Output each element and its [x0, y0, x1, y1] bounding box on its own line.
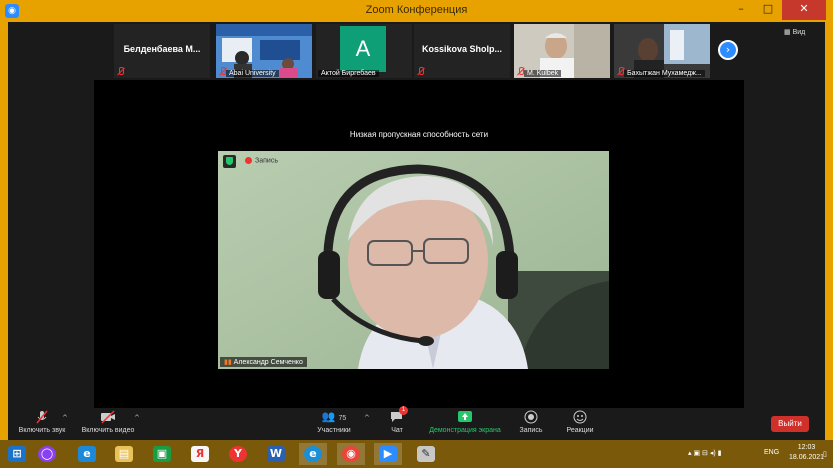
chat-icon: 1 — [389, 406, 408, 424]
chat-label: Чат — [391, 427, 403, 434]
participant-tile[interactable]: Abai University — [216, 24, 312, 78]
start-button[interactable]: ⊞ — [3, 443, 31, 465]
participant-name: Kossikova Sholp... — [421, 44, 503, 54]
minimize-button[interactable]: – — [729, 0, 753, 20]
participant-strip: Белденбаева M... Abai University A Актой… — [8, 22, 825, 80]
video-off-icon — [101, 410, 115, 424]
video-options-caret-icon[interactable]: ^ — [134, 414, 140, 422]
record-icon — [523, 410, 539, 424]
reactions-icon — [572, 410, 588, 424]
avatar: A — [340, 26, 386, 72]
edge-icon[interactable]: e — [299, 443, 327, 465]
chat-badge: 1 — [399, 406, 408, 415]
clock-date: 18.06.2021 — [789, 454, 825, 461]
mic-muted-icon — [417, 67, 424, 76]
notifications-icon[interactable]: ▯ — [823, 450, 827, 458]
chrome-icon[interactable]: ◉ — [337, 443, 365, 465]
participant-label: Бахытжан Мухамедж... — [624, 70, 705, 77]
word-icon[interactable]: W — [262, 443, 290, 465]
zoom-icon[interactable]: ▶ — [374, 443, 402, 465]
tray-icons[interactable]: ▴ ▣ ⊟ ◂) ▮ — [688, 449, 721, 457]
yandex-icon[interactable]: Я — [186, 443, 214, 465]
title-bar: ◉ Zoom Конференция – □ ✕ — [0, 0, 833, 22]
security-shield-icon[interactable] — [223, 155, 236, 168]
recording-indicator: Запись — [245, 157, 278, 164]
participants-icon: 👥 75 — [321, 411, 347, 423]
share-screen-icon — [457, 410, 473, 424]
yandex-browser-icon[interactable]: Y — [224, 443, 252, 465]
participant-name: Белденбаева M... — [123, 44, 201, 54]
start-video-label: Включить видео — [81, 427, 135, 434]
speaker-name: Александр Семченко — [233, 359, 303, 366]
mic-muted-icon — [219, 67, 226, 76]
mic-muted-icon — [117, 67, 124, 76]
reactions-label: Реакции — [566, 427, 594, 434]
low-bandwidth-notice: Низкая пропускная способность сети — [349, 130, 489, 139]
participant-label: M. Kulbek — [524, 70, 562, 77]
participant-tile[interactable]: A Актой Биргебаев — [316, 24, 412, 78]
window-title: Zoom Конференция — [365, 4, 468, 16]
active-speaker-video[interactable]: Запись ▮▮ Александр Семченко — [218, 151, 609, 369]
view-label: Вид — [792, 29, 806, 36]
close-button[interactable]: ✕ — [782, 0, 826, 20]
audio-options-caret-icon[interactable]: ^ — [62, 414, 68, 422]
recording-label: Запись — [255, 157, 278, 165]
main-stage: Низкая пропускная способность сети Запис… — [94, 80, 744, 408]
leave-button[interactable]: Выйти — [771, 416, 809, 432]
record-dot-icon — [245, 157, 252, 164]
view-button[interactable]: ▦ Вид — [784, 28, 805, 36]
zoom-window: ◉ Zoom Конференция – □ ✕ Белденбаева M..… — [0, 0, 833, 440]
next-page-arrow-icon[interactable]: › — [718, 40, 738, 60]
meeting-toolbar: Включить звук ^ Включить видео ^ 👥 75 Уча… — [8, 406, 825, 440]
participants-label: Участники — [317, 427, 351, 434]
meeting-area: Белденбаева M... Abai University A Актой… — [8, 22, 825, 440]
speaker-name-label: ▮▮ Александр Семченко — [220, 357, 307, 367]
language-indicator[interactable]: ENG — [764, 449, 779, 456]
system-clock[interactable]: 12:03 18.06.2021 — [789, 443, 824, 463]
participant-tile[interactable]: Белденбаева M... — [114, 24, 210, 78]
participant-tile[interactable]: Kossikova Sholp... — [414, 24, 510, 78]
windows-taskbar: ⊞ ◯ e ▤ ▣ Я Y W e ◉ ▶ ✎ ▴ ▣ ⊟ ◂) ▮ ENG 1… — [0, 440, 833, 468]
participant-tile[interactable]: Бахытжан Мухамедж... — [614, 24, 710, 78]
unmute-label: Включить звук — [18, 427, 66, 434]
signal-bars-icon: ▮▮ — [224, 359, 232, 366]
mic-muted-icon — [617, 67, 624, 76]
paint-icon[interactable]: ✎ — [412, 443, 440, 465]
participants-count: 75 — [338, 415, 347, 422]
mic-muted-icon — [517, 67, 524, 76]
store-icon[interactable]: ▣ — [148, 443, 176, 465]
file-explorer-icon[interactable]: ▤ — [110, 443, 138, 465]
participant-label: Abai University — [226, 70, 279, 77]
mic-muted-icon — [36, 410, 48, 424]
reactions-button[interactable]: Реакции — [540, 410, 620, 434]
alice-icon[interactable]: ◯ — [33, 443, 61, 465]
participant-tile[interactable]: M. Kulbek — [514, 24, 610, 78]
internet-explorer-icon[interactable]: e — [73, 443, 101, 465]
speaker-video-frame — [218, 151, 609, 369]
maximize-button[interactable]: □ — [756, 0, 780, 20]
participant-label: Актой Биргебаев — [318, 70, 379, 77]
clock-time: 12:03 — [797, 444, 816, 451]
